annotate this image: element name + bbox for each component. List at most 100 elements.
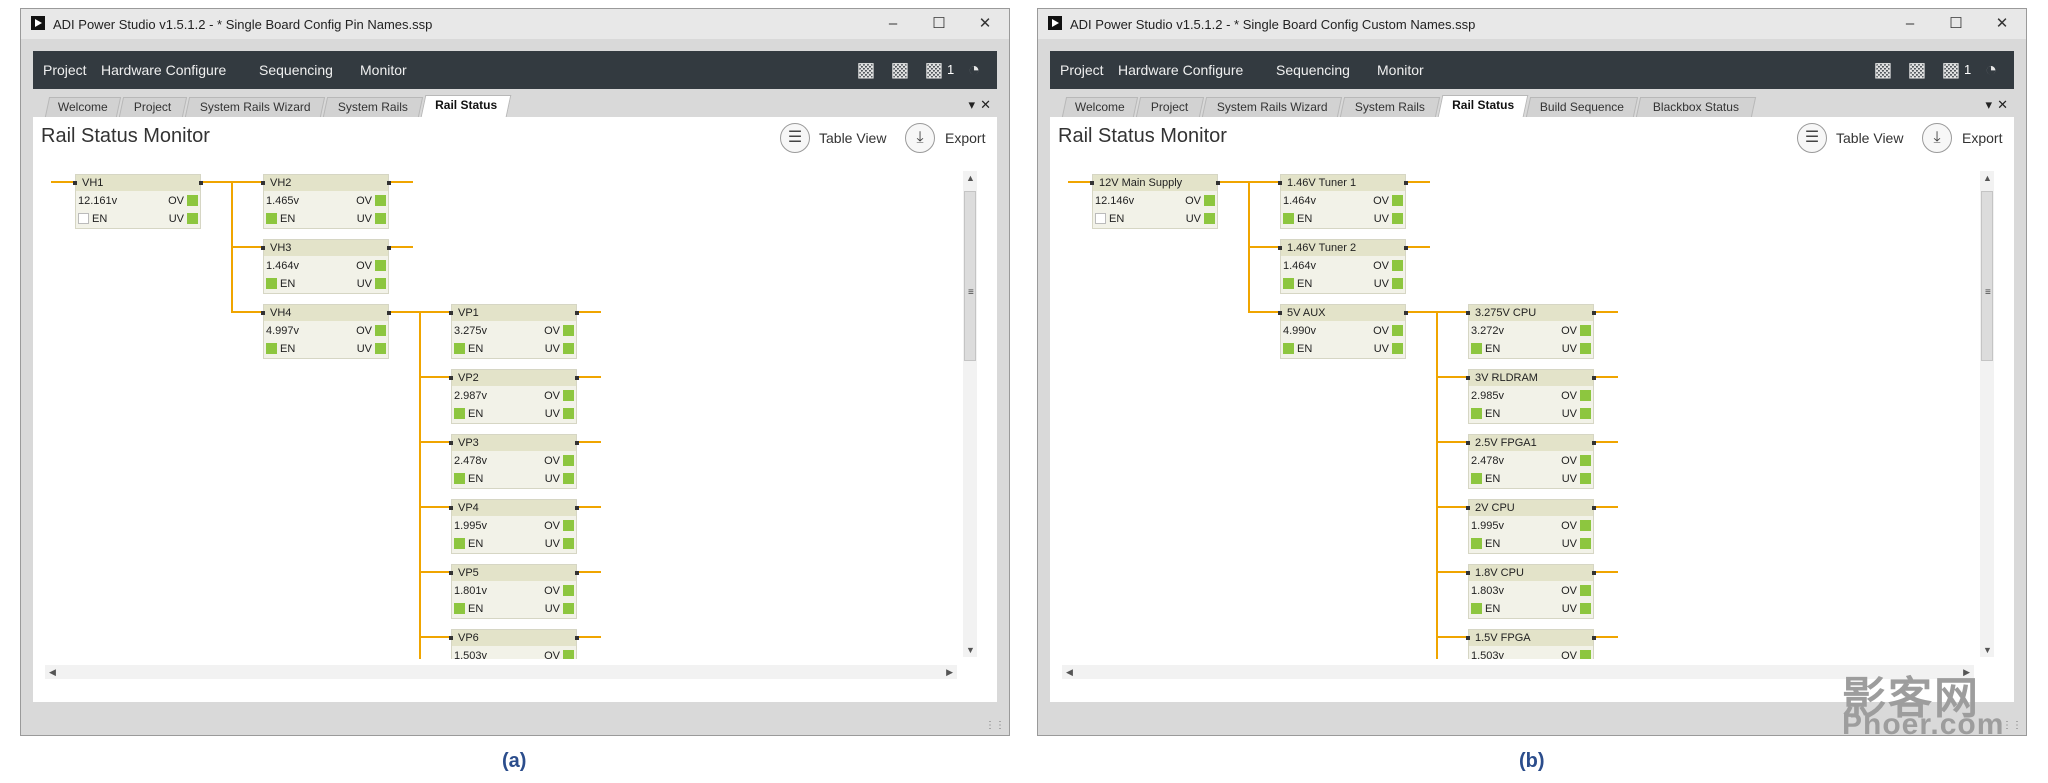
title-bar[interactable]: ADI Power Studio v1.5.1.2 - * Single Boa…: [21, 9, 1009, 39]
tab-system-rails[interactable]: System Rails: [322, 97, 424, 117]
chip-upload-icon[interactable]: ▩: [855, 59, 877, 81]
table-view-icon[interactable]: ☰: [780, 123, 810, 153]
scroll-down-icon[interactable]: ▼: [966, 645, 975, 655]
clock-icon[interactable]: ◔: [1980, 59, 2002, 81]
rail-node[interactable]: VH4 4.997v OV EN UV: [261, 304, 391, 359]
scroll-right-icon[interactable]: ▶: [946, 667, 953, 678]
tab-build-sequence[interactable]: Build Sequence: [1525, 97, 1639, 117]
resize-grip-icon[interactable]: ⋮⋮: [2002, 720, 2022, 731]
tab-welcome[interactable]: Welcome: [44, 97, 122, 117]
scroll-left-icon[interactable]: ◀: [49, 667, 56, 678]
rail-node[interactable]: VH3 1.464v OV EN UV: [261, 239, 391, 294]
tab-system-rails-wizard[interactable]: System Rails Wizard: [184, 97, 326, 117]
export-icon[interactable]: ⤓: [905, 123, 935, 153]
en-checkbox[interactable]: [1471, 603, 1482, 614]
vertical-scrollbar[interactable]: ▲ ≡ ▼: [1980, 171, 1994, 657]
en-checkbox[interactable]: [454, 408, 465, 419]
rail-node[interactable]: 1.8V CPU 1.803v OV EN UV: [1466, 564, 1596, 619]
tab-system-rails-wizard[interactable]: System Rails Wizard: [1201, 97, 1343, 117]
rail-node[interactable]: 2.5V FPGA1 2.478v OV EN UV: [1466, 434, 1596, 489]
menu-monitor[interactable]: Monitor: [360, 62, 407, 78]
tab-close-icon[interactable]: ✕: [980, 97, 991, 113]
rail-node[interactable]: 1.46V Tuner 2 1.464v OV EN UV: [1278, 239, 1408, 294]
rail-node[interactable]: 3V RLDRAM 2.985v OV EN UV: [1466, 369, 1596, 424]
chip-icon[interactable]: ▩: [923, 59, 945, 81]
tab-dropdown-icon[interactable]: ▾: [968, 97, 975, 113]
rail-node[interactable]: VP5 1.801v OV EN UV: [449, 564, 579, 619]
rail-node[interactable]: VP4 1.995v OV EN UV: [449, 499, 579, 554]
maximize-button[interactable]: ☐: [919, 13, 959, 35]
horizontal-scrollbar[interactable]: ◀ ▶: [45, 665, 957, 679]
en-checkbox[interactable]: [1471, 408, 1482, 419]
en-checkbox[interactable]: [266, 213, 277, 224]
en-checkbox[interactable]: [1471, 538, 1482, 549]
vertical-scrollbar[interactable]: ▲ ≡ ▼: [963, 171, 977, 657]
close-button[interactable]: ✕: [965, 13, 1005, 35]
menu-project[interactable]: Project: [1060, 62, 1104, 78]
maximize-button[interactable]: ☐: [1936, 13, 1976, 35]
export-icon[interactable]: ⤓: [1922, 123, 1952, 153]
export-button[interactable]: Export: [945, 130, 985, 146]
rail-node[interactable]: VP61.503vOVENUV: [449, 629, 579, 659]
tab-blackbox-status[interactable]: Blackbox Status: [1635, 97, 1757, 117]
table-view-button[interactable]: Table View: [819, 130, 886, 146]
tab-project[interactable]: Project: [118, 97, 188, 117]
scroll-up-icon[interactable]: ▲: [966, 173, 975, 183]
chip-download-icon[interactable]: ▩: [1906, 59, 1928, 81]
menu-hardware-configure[interactable]: Hardware Configure: [101, 62, 226, 78]
tab-dropdown-icon[interactable]: ▾: [1985, 97, 1992, 113]
scroll-left-icon[interactable]: ◀: [1066, 667, 1073, 678]
scroll-down-icon[interactable]: ▼: [1983, 645, 1992, 655]
scroll-up-icon[interactable]: ▲: [1983, 173, 1992, 183]
tab-rail-status[interactable]: Rail Status: [420, 95, 512, 117]
menu-sequencing[interactable]: Sequencing: [259, 62, 333, 78]
rail-node[interactable]: VP3 2.478v OV EN UV: [449, 434, 579, 489]
en-checkbox[interactable]: [1471, 343, 1482, 354]
tab-rail-status[interactable]: Rail Status: [1437, 95, 1529, 117]
table-view-icon[interactable]: ☰: [1797, 123, 1827, 153]
rail-node[interactable]: VH2 1.465v OV EN UV: [261, 174, 391, 229]
chip-upload-icon[interactable]: ▩: [1872, 59, 1894, 81]
chip-download-icon[interactable]: ▩: [889, 59, 911, 81]
resize-grip-icon[interactable]: ⋮⋮: [985, 720, 1005, 731]
en-checkbox[interactable]: [266, 278, 277, 289]
en-checkbox[interactable]: [1283, 343, 1294, 354]
tab-close-icon[interactable]: ✕: [1997, 97, 2008, 113]
en-checkbox[interactable]: [1283, 213, 1294, 224]
en-checkbox[interactable]: [78, 213, 89, 224]
menu-sequencing[interactable]: Sequencing: [1276, 62, 1350, 78]
rail-node[interactable]: 2V CPU 1.995v OV EN UV: [1466, 499, 1596, 554]
rail-node[interactable]: 1.46V Tuner 1 1.464v OV EN UV: [1278, 174, 1408, 229]
rail-node[interactable]: VH1 12.161v OV EN UV: [73, 174, 203, 229]
en-checkbox[interactable]: [454, 538, 465, 549]
minimize-button[interactable]: –: [1890, 13, 1930, 35]
rail-node[interactable]: VP2 2.987v OV EN UV: [449, 369, 579, 424]
rail-node[interactable]: 12V Main Supply 12.146v OV EN UV: [1090, 174, 1220, 229]
menu-project[interactable]: Project: [43, 62, 87, 78]
close-button[interactable]: ✕: [1982, 13, 2022, 35]
en-checkbox[interactable]: [454, 343, 465, 354]
rail-node[interactable]: 1.5V FPGA1.503vOVENUV: [1466, 629, 1596, 659]
clock-icon[interactable]: ◔: [963, 59, 985, 81]
scroll-thumb[interactable]: ≡: [1981, 191, 1993, 361]
chip-icon[interactable]: ▩: [1940, 59, 1962, 81]
tab-system-rails[interactable]: System Rails: [1339, 97, 1441, 117]
en-checkbox[interactable]: [1471, 473, 1482, 484]
table-view-button[interactable]: Table View: [1836, 130, 1903, 146]
menu-hardware-configure[interactable]: Hardware Configure: [1118, 62, 1243, 78]
tab-welcome[interactable]: Welcome: [1061, 97, 1139, 117]
en-checkbox[interactable]: [1095, 213, 1106, 224]
en-checkbox[interactable]: [1283, 278, 1294, 289]
horizontal-scrollbar[interactable]: ◀ ▶: [1062, 665, 1974, 679]
title-bar[interactable]: ADI Power Studio v1.5.1.2 - * Single Boa…: [1038, 9, 2026, 39]
rail-node[interactable]: VP1 3.275v OV EN UV: [449, 304, 579, 359]
rail-node[interactable]: 5V AUX 4.990v OV EN UV: [1278, 304, 1408, 359]
en-checkbox[interactable]: [454, 603, 465, 614]
en-checkbox[interactable]: [454, 473, 465, 484]
en-checkbox[interactable]: [266, 343, 277, 354]
export-button[interactable]: Export: [1962, 130, 2002, 146]
minimize-button[interactable]: –: [873, 13, 913, 35]
scroll-thumb[interactable]: ≡: [964, 191, 976, 361]
rail-node[interactable]: 3.275V CPU 3.272v OV EN UV: [1466, 304, 1596, 359]
tab-project[interactable]: Project: [1135, 97, 1205, 117]
